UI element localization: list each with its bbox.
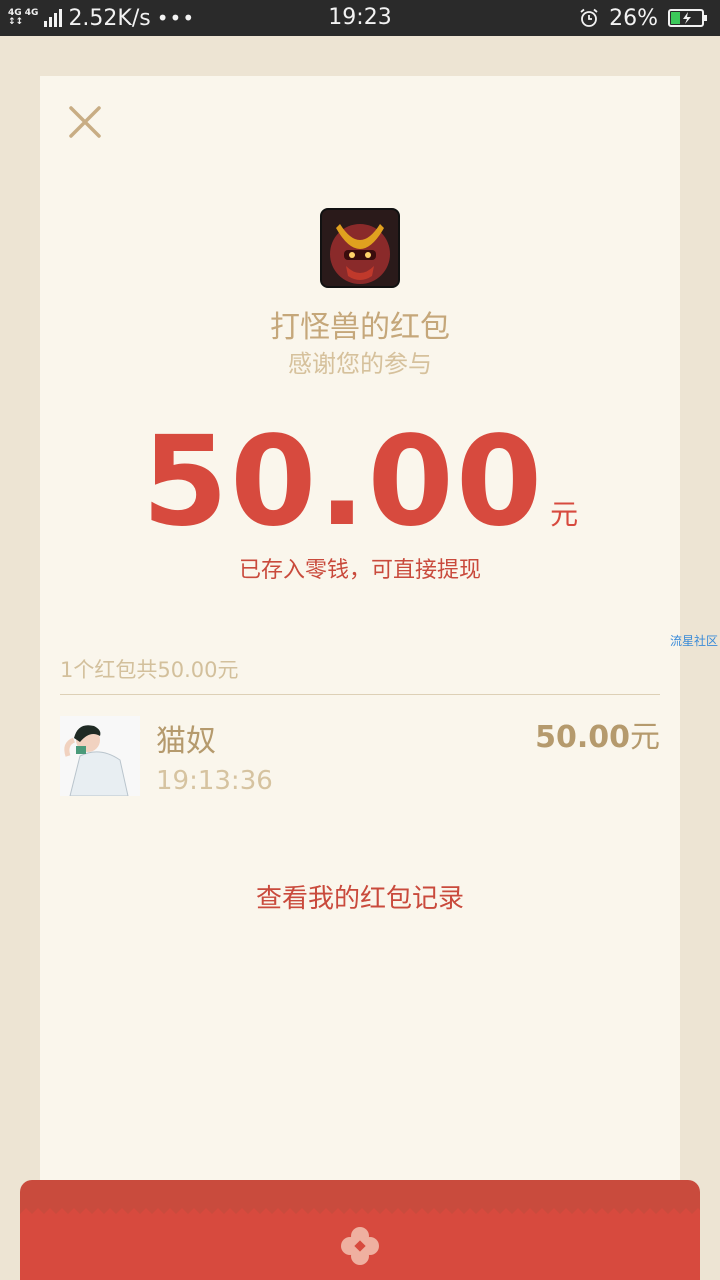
status-right: 26%: [579, 0, 708, 36]
amount-unit: 元: [550, 498, 579, 531]
watermark: 流星社区: [669, 634, 718, 648]
recipient-amount-unit: 元: [630, 720, 660, 755]
packet-summary: 1个红包共50.00元: [60, 658, 239, 682]
amount-row: 50.00 元: [40, 420, 680, 544]
recipient-time: 19:13:36: [156, 766, 273, 796]
view-history-link[interactable]: 查看我的红包记录: [40, 878, 680, 915]
battery-charging-icon: [668, 9, 707, 27]
close-icon[interactable]: [67, 104, 103, 140]
amount-note[interactable]: 已存入零钱，可直接提现: [40, 552, 680, 584]
recipient-amount: 50.00元: [535, 712, 660, 756]
sender-title: 打怪兽的红包: [270, 310, 450, 345]
received-amount: 50.00: [141, 410, 545, 554]
recipient-avatar[interactable]: [60, 716, 140, 796]
sender-subtitle: 感谢您的参与: [288, 350, 432, 378]
sender-avatar[interactable]: [320, 208, 400, 288]
battery-percent: 26%: [609, 5, 658, 31]
status-bar: 4G 4G ↕↕ 2.52K/s ••• 19:23 26%: [0, 0, 720, 36]
red-packet-detail-card: 打怪兽的红包 感谢您的参与 50.00 元 已存入零钱，可直接提现 1个红包共5…: [40, 76, 680, 1226]
avatar-robot-image: [322, 210, 398, 286]
divider: [60, 694, 660, 695]
recipient-name: 猫奴: [156, 724, 216, 759]
recipient-amount-value: 50.00: [535, 720, 630, 755]
avatar-person-image: [60, 716, 140, 796]
alarm-icon: [580, 8, 598, 27]
envelope-seal-icon: [341, 1227, 379, 1265]
